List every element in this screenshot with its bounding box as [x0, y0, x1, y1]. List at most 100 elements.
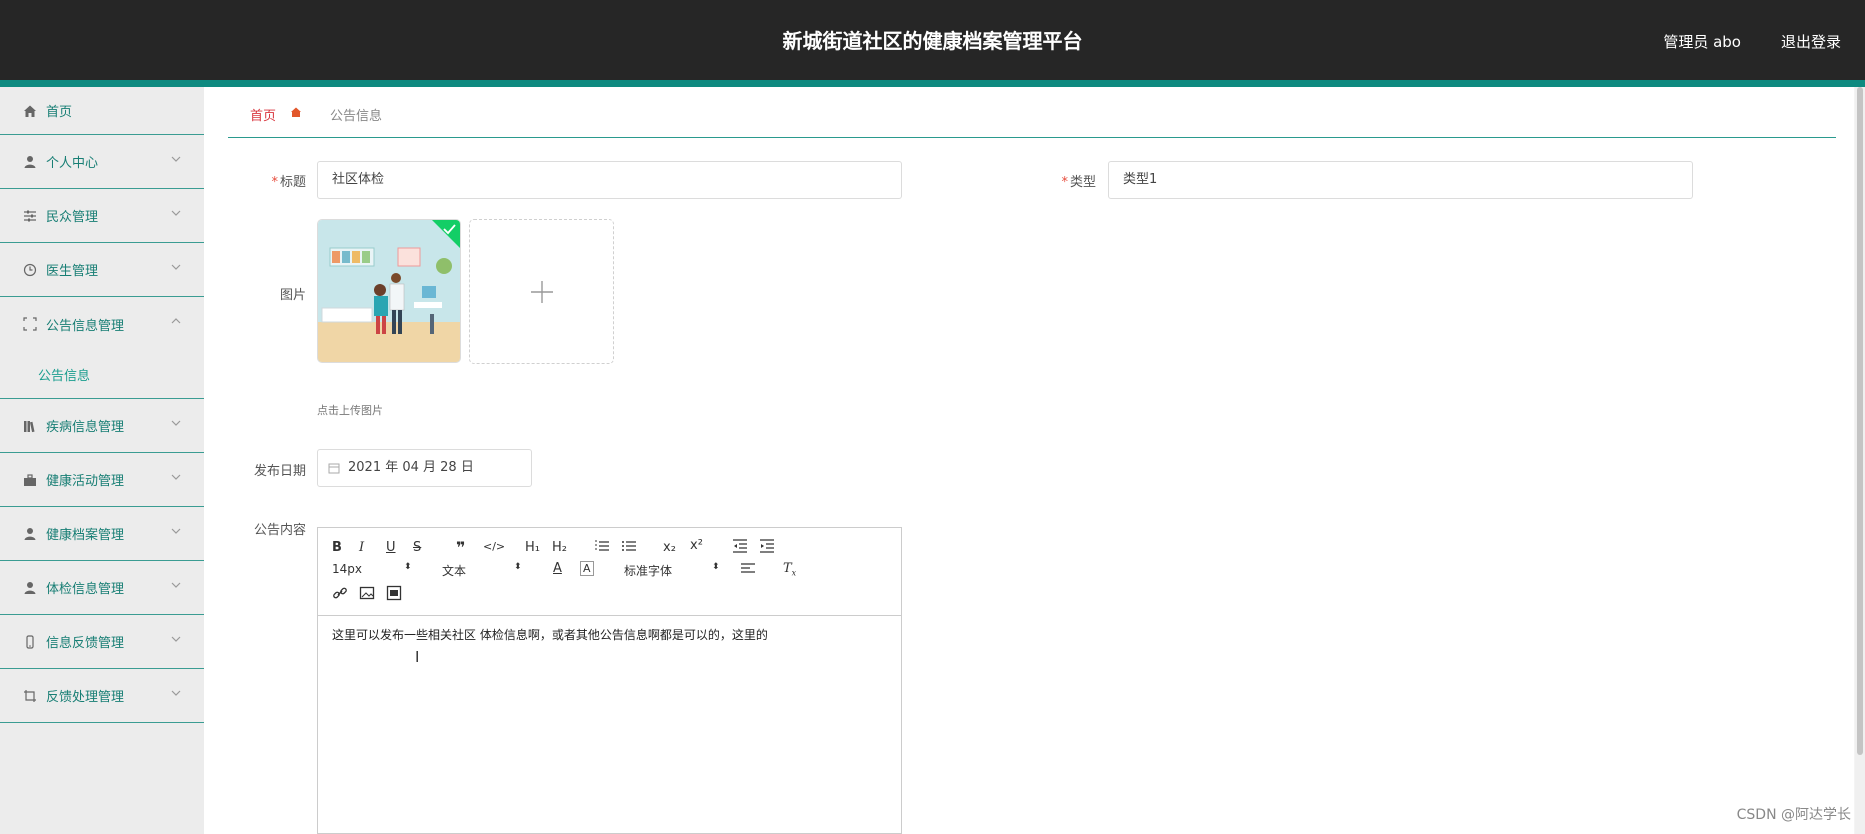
- indent-icon[interactable]: [759, 538, 775, 554]
- background-color-button[interactable]: A: [580, 561, 594, 576]
- outdent-icon[interactable]: [732, 538, 748, 554]
- sidebar-item-checkup-management[interactable]: 体检信息管理: [0, 561, 204, 615]
- logout-link[interactable]: 退出登录: [1781, 31, 1841, 52]
- sidebar-item-doctor-management[interactable]: 医生管理: [0, 243, 204, 297]
- h2-button[interactable]: H₂: [552, 540, 567, 555]
- sidebar-item-label: 信息反馈管理: [46, 636, 125, 651]
- rich-text-editor[interactable]: B I U S ❞ </> H₁ H₂ x₂ x² 14px ⬍ 文本 ⬍ A A …: [317, 527, 902, 834]
- h1-button[interactable]: H₁: [525, 540, 540, 555]
- sidebar-item-feedback-processing[interactable]: 反馈处理管理: [0, 669, 204, 723]
- chevron-down-icon: [171, 420, 181, 426]
- code-button[interactable]: </>: [483, 540, 505, 553]
- editor-content[interactable]: 这里可以发布一些相关社区 体检信息啊，或者其他公告信息啊都是可以的，这里的: [318, 616, 901, 653]
- sidebar-item-label: 体检信息管理: [46, 582, 125, 597]
- font-family-select[interactable]: 标准字体 ⬍: [624, 562, 720, 579]
- subscript-button[interactable]: x₂: [663, 540, 676, 555]
- title-label: * 标题: [271, 175, 306, 190]
- sidebar-item-health-record-management[interactable]: 健康档案管理: [0, 507, 204, 561]
- content-label: 公告内容: [253, 523, 306, 538]
- image-label: 图片: [279, 288, 306, 303]
- chevron-down-icon: [171, 528, 181, 534]
- uploaded-image[interactable]: [317, 219, 461, 363]
- publish-date-value: 2021 年 04 月 28 日: [348, 460, 474, 475]
- top-header: 新城街道社区的健康档案管理平台 管理员 abo 退出登录: [0, 0, 1865, 80]
- page-scrollbar[interactable]: [1855, 87, 1865, 834]
- video-icon[interactable]: [386, 585, 402, 601]
- sidebar-item-label: 公告信息管理: [46, 318, 125, 334]
- chevron-down-icon: [171, 156, 181, 162]
- sidebar-item-home[interactable]: 首页: [0, 87, 204, 135]
- sidebar-item-label: 医生管理: [46, 264, 99, 279]
- app-title: 新城街道社区的健康档案管理平台: [782, 29, 1083, 53]
- home-sep-icon: [291, 107, 301, 117]
- upload-hint: 点击上传图片: [317, 404, 383, 417]
- text-cursor-icon: Ι: [415, 648, 420, 666]
- chevron-down-icon: [171, 264, 181, 270]
- sidebar-item-label: 疾病信息管理: [46, 420, 125, 435]
- sidebar-item-label: 健康活动管理: [46, 474, 125, 489]
- italic-button[interactable]: I: [359, 540, 364, 555]
- phone-icon: [22, 634, 38, 650]
- accent-bar: [0, 80, 1865, 87]
- link-icon[interactable]: [332, 585, 348, 601]
- underline-button[interactable]: U: [386, 540, 396, 555]
- strike-button[interactable]: S: [413, 540, 421, 555]
- chevron-down-icon: [171, 582, 181, 588]
- books-icon: [22, 418, 38, 434]
- bullet-list-icon[interactable]: [621, 538, 637, 554]
- scrollbar-thumb[interactable]: [1857, 87, 1863, 755]
- font-color-button[interactable]: A: [553, 561, 562, 576]
- frame-icon: [22, 316, 38, 332]
- clear-format-button[interactable]: Tx: [783, 561, 796, 578]
- type-label: * 类型: [1061, 175, 1096, 190]
- bold-button[interactable]: B: [332, 540, 342, 555]
- sidebar-item-citizen-management[interactable]: 民众管理: [0, 189, 204, 243]
- sidebar-item-label: 首页: [46, 105, 73, 120]
- sidebar-item-health-activity-management[interactable]: 健康活动管理: [0, 453, 204, 507]
- sidebar-item-personal-center[interactable]: 个人中心: [0, 135, 204, 189]
- watermark: CSDN @阿达学长: [1736, 807, 1851, 823]
- publish-date-label: 发布日期: [253, 464, 306, 479]
- font-size-select[interactable]: 14px ⬍: [332, 562, 412, 576]
- chevron-down-icon: [171, 210, 181, 216]
- upload-success-icon: [432, 220, 460, 248]
- upload-add-button[interactable]: [469, 219, 614, 364]
- user-icon: [22, 580, 38, 596]
- sidebar-item-label: 民众管理: [46, 210, 99, 225]
- sidebar-item-label: 个人中心: [46, 156, 99, 171]
- sidebar-item-label: 健康档案管理: [46, 528, 125, 543]
- current-user-label: 管理员 abo: [1663, 33, 1741, 51]
- block-type-select[interactable]: 文本 ⬍: [442, 562, 522, 579]
- title-input[interactable]: 社区体检: [317, 161, 902, 199]
- chevron-up-icon: [171, 318, 181, 324]
- breadcrumb-current: 公告信息: [330, 109, 383, 124]
- crop-icon: [22, 688, 38, 704]
- ordered-list-icon[interactable]: [594, 538, 610, 554]
- calendar-icon: [328, 463, 340, 474]
- sidebar-item-feedback-management[interactable]: 信息反馈管理: [0, 615, 204, 669]
- user-icon: [22, 526, 38, 542]
- blockquote-button[interactable]: ❞: [456, 538, 465, 557]
- chevron-down-icon: [171, 474, 181, 480]
- sidebar-item-label: 反馈处理管理: [46, 690, 125, 705]
- plus-icon: [530, 280, 553, 303]
- sidebar-subitem-announcement[interactable]: 公告信息: [0, 351, 204, 399]
- home-icon: [22, 103, 38, 119]
- breadcrumb: 首页 公告信息: [228, 87, 1836, 138]
- sidebar-item-disease-management[interactable]: 疾病信息管理: [0, 399, 204, 453]
- align-icon[interactable]: [740, 561, 756, 577]
- type-input[interactable]: 类型1: [1108, 161, 1693, 199]
- superscript-button[interactable]: x²: [690, 538, 703, 553]
- clock-icon: [22, 262, 38, 278]
- breadcrumb-home[interactable]: 首页: [250, 105, 276, 124]
- image-icon[interactable]: [359, 585, 375, 601]
- sliders-icon: [22, 208, 38, 224]
- sidebar: 首页 个人中心 民众管理 医生管理 公告信息管理 公告信息 疾病信息管理 健康活…: [0, 87, 204, 834]
- editor-toolbar: B I U S ❞ </> H₁ H₂ x₂ x² 14px ⬍ 文本 ⬍ A A …: [318, 528, 901, 616]
- briefcase-icon: [22, 472, 38, 488]
- user-icon: [22, 154, 38, 170]
- publish-date-input[interactable]: 2021 年 04 月 28 日: [317, 449, 532, 487]
- sidebar-item-announcement-management[interactable]: 公告信息管理: [0, 297, 204, 351]
- chevron-down-icon: [171, 636, 181, 642]
- chevron-down-icon: [171, 690, 181, 696]
